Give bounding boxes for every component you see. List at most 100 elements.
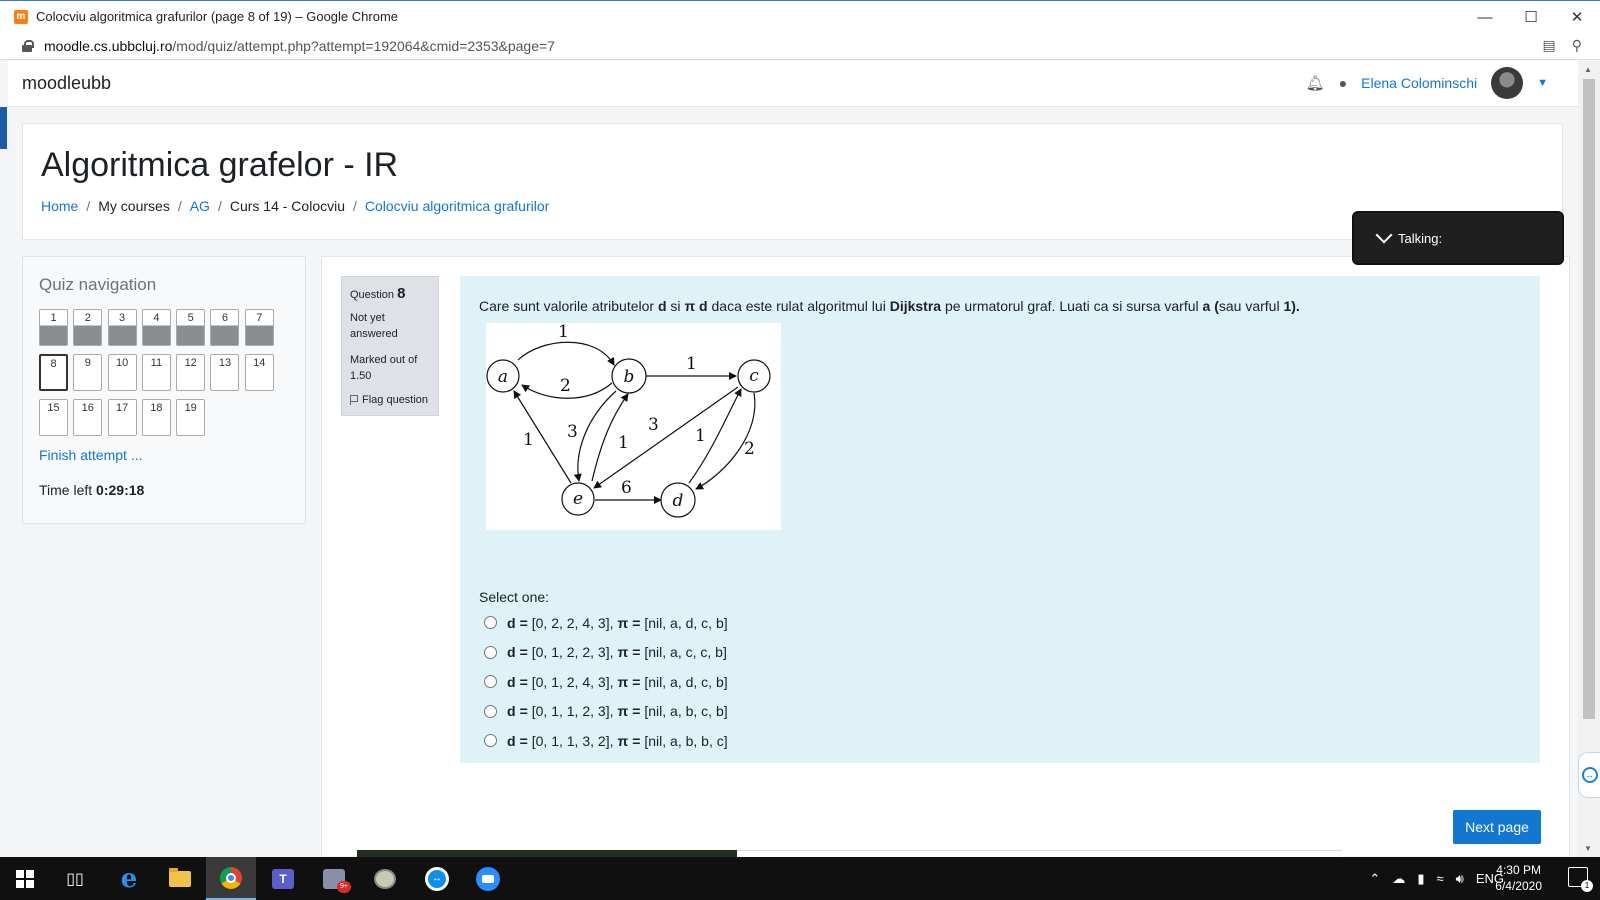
- lock-icon[interactable]: [22, 39, 34, 52]
- chevron-down-icon[interactable]: [1375, 226, 1393, 244]
- close-icon[interactable]: ✕: [1554, 1, 1600, 33]
- answer-radio[interactable]: [484, 704, 497, 718]
- quiz-nav-button[interactable]: 17: [107, 399, 137, 436]
- quiz-nav-button-label: 5: [187, 312, 194, 324]
- task-view-button[interactable]: ▯▯: [50, 857, 100, 900]
- flag-question-button[interactable]: Flag question: [350, 394, 430, 406]
- node-label-b: b: [624, 367, 635, 387]
- time-left-label: Time left: [39, 482, 93, 498]
- url-text[interactable]: moodle.cs.ubbcluj.ro/mod/quiz/attempt.ph…: [44, 38, 555, 54]
- question-info: Question 8 Not yet answered Marked out o…: [341, 276, 439, 416]
- address-bar[interactable]: moodle.cs.ubbcluj.ro/mod/quiz/attempt.ph…: [0, 32, 1600, 60]
- question-text-part: pe urmatorul graf. Luati ca si sursa var…: [941, 298, 1203, 314]
- quiz-nav-button[interactable]: 18: [141, 399, 171, 436]
- talking-label: Talking:: [1398, 230, 1443, 246]
- answer-text-pi-label: π: [617, 732, 629, 749]
- breadcrumb-item[interactable]: Home: [41, 198, 78, 214]
- drawer-toggle-strip[interactable]: [0, 107, 7, 149]
- notification-center-icon[interactable]: 1: [1568, 867, 1593, 892]
- zoom-icon[interactable]: ⚲: [1572, 37, 1582, 54]
- taskbar-teams[interactable]: T: [258, 857, 308, 900]
- answer-radio[interactable]: [484, 734, 497, 748]
- moodle-favicon-icon: m: [14, 9, 28, 24]
- taskbar-edge[interactable]: e: [104, 857, 154, 900]
- answer-text-d: [0, 1, 1, 2, 3],: [531, 703, 614, 720]
- answer-text-pi-label: π: [617, 614, 629, 631]
- answer-text-eq: =: [632, 732, 641, 749]
- bell-icon[interactable]: 🔔︎: [1306, 74, 1325, 92]
- quiz-nav-button[interactable]: 10: [107, 354, 137, 391]
- breadcrumb: Home / My courses / AG / Curs 14 - Colocviu / Co…: [41, 198, 549, 214]
- quiz-navigation-block: Quiz navigation 1 2 3 4 5 6 7 8 9 10 11 12 13 14 15 16 1…: [22, 256, 306, 524]
- answer-radio[interactable]: [484, 616, 497, 630]
- chrome-icon: [220, 866, 242, 889]
- avatar[interactable]: [1491, 67, 1524, 99]
- answer-text-pi: [nil, a, d, c, b]: [644, 673, 728, 690]
- answer-radio[interactable]: [484, 675, 497, 689]
- teamviewer-side-tab[interactable]: ↔: [1578, 752, 1600, 798]
- quiz-nav-button[interactable]: 7: [244, 309, 274, 346]
- quiz-nav-button[interactable]: 5: [176, 309, 206, 346]
- weight-b-a: 2: [560, 376, 571, 396]
- chevron-down-icon[interactable]: ▼: [1537, 77, 1548, 89]
- taskbar-clock[interactable]: 4:30 PM 6/4/2020: [1495, 862, 1542, 894]
- vertical-scrollbar[interactable]: ▲ ▼: [1578, 61, 1600, 857]
- question-number-value: 8: [397, 285, 406, 302]
- answer-option[interactable]: d = [0, 1, 2, 4, 3], π = [nil, a, d, c, b]: [484, 667, 732, 697]
- minimize-icon[interactable]: —: [1462, 1, 1508, 33]
- taskbar-teamviewer[interactable]: ↔: [412, 857, 462, 900]
- taskbar-chrome[interactable]: [206, 857, 256, 900]
- moodle-navbar: moodleubb 🔔︎ ● Elena Colominschi ▼: [8, 61, 1578, 107]
- quiz-nav-button[interactable]: 15: [39, 399, 68, 436]
- breadcrumb-separator: /: [86, 198, 91, 214]
- translate-icon[interactable]: ▤: [1543, 37, 1556, 54]
- next-page-button[interactable]: Next page: [1453, 810, 1541, 844]
- quiz-nav-button[interactable]: 6: [210, 309, 240, 346]
- user-name[interactable]: Elena Colominschi: [1361, 75, 1477, 91]
- wifi-icon[interactable]: ≈: [1436, 871, 1443, 886]
- question-text-part: Dijkstra: [889, 298, 942, 314]
- start-button[interactable]: [0, 857, 50, 900]
- answer-option[interactable]: d = [0, 2, 2, 4, 3], π = [nil, a, d, c, b]: [484, 608, 732, 638]
- answer-option[interactable]: d = [0, 1, 1, 2, 3], π = [nil, a, b, c, b]: [484, 697, 732, 727]
- quiz-nav-button[interactable]: 3: [107, 309, 137, 346]
- volume-icon[interactable]: 🔊︎: [1456, 871, 1464, 887]
- battery-icon[interactable]: ▮: [1417, 871, 1424, 887]
- scroll-down-icon[interactable]: ▼: [1584, 844, 1592, 853]
- taskbar-zoom[interactable]: [463, 857, 513, 900]
- talking-overlay[interactable]: Talking:: [1352, 211, 1564, 265]
- breadcrumb-item[interactable]: AG: [190, 198, 210, 214]
- quiz-nav-button[interactable]: 11: [141, 354, 171, 391]
- taskbar-paint[interactable]: [360, 857, 410, 900]
- quiz-nav-button[interactable]: 8: [39, 354, 68, 391]
- quiz-nav-button[interactable]: 1: [39, 309, 68, 346]
- quiz-nav-button[interactable]: 12: [176, 354, 206, 391]
- quiz-nav-button[interactable]: 14: [244, 354, 274, 391]
- taskbar-mail[interactable]: 9+: [309, 857, 359, 900]
- quiz-nav-button[interactable]: 9: [73, 354, 103, 391]
- quiz-nav-button[interactable]: 4: [141, 309, 171, 346]
- site-brand[interactable]: moodleubb: [22, 73, 111, 94]
- url-host: moodle.cs.ubbcluj.ro: [44, 37, 173, 54]
- quiz-nav-button[interactable]: 2: [73, 309, 103, 346]
- taskbar-file-explorer[interactable]: [155, 857, 205, 900]
- answer-option[interactable]: d = [0, 1, 1, 3, 2], π = [nil, a, b, b, c]: [484, 726, 732, 756]
- weight-d-c: 1: [695, 426, 706, 446]
- finish-attempt-link[interactable]: Finish attempt ...: [39, 447, 142, 463]
- breadcrumb-item[interactable]: Colocviu algoritmica grafurilor: [365, 198, 549, 214]
- windows-logo-icon: [16, 869, 34, 888]
- notification-count: 1: [1581, 880, 1593, 892]
- quiz-nav-button[interactable]: 13: [210, 354, 240, 391]
- cloud-icon[interactable]: ☁: [1392, 871, 1405, 887]
- answer-radio[interactable]: [484, 645, 497, 659]
- quiz-nav-button[interactable]: 19: [176, 399, 206, 436]
- paint-icon: [374, 868, 396, 889]
- edge-icon: e: [120, 863, 138, 894]
- answer-option[interactable]: d = [0, 1, 2, 2, 3], π = [nil, a, c, c, b]: [484, 638, 732, 668]
- scroll-up-icon[interactable]: ▲: [1584, 65, 1592, 74]
- maximize-icon[interactable]: ☐: [1508, 1, 1554, 33]
- quiz-nav-button[interactable]: 16: [73, 399, 103, 436]
- chevron-up-icon[interactable]: ⌃: [1369, 871, 1380, 887]
- scrollbar-thumb[interactable]: [1583, 79, 1595, 719]
- chat-icon[interactable]: ●: [1339, 75, 1347, 91]
